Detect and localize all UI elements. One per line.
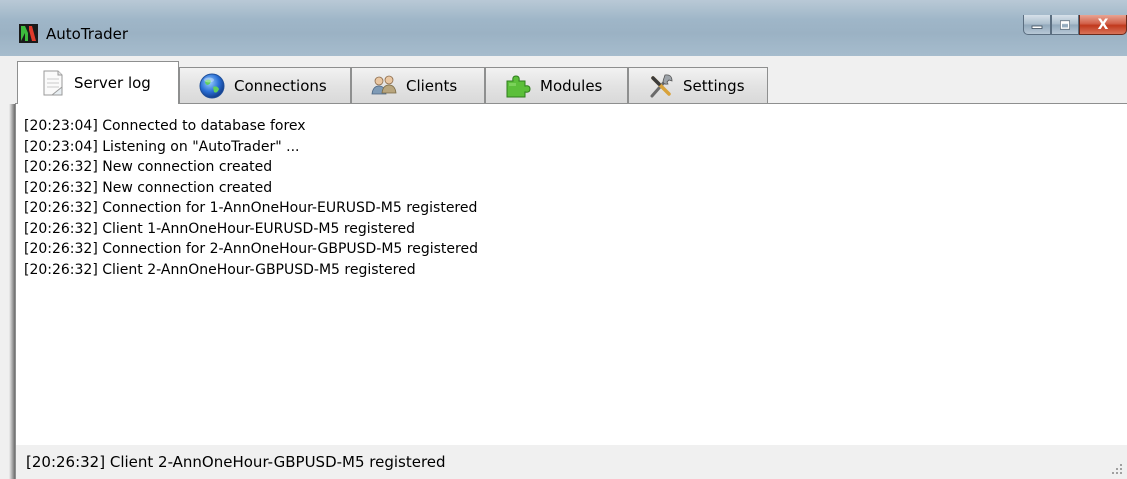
log-line: [20:26:32] Connection for 2-AnnOneHour-G… <box>24 241 478 257</box>
autotrader-window: AutoTrader X Server log Connections Clie… <box>0 0 1127 479</box>
server-log-output[interactable]: [20:23:04] Connected to database forex [… <box>15 104 1127 445</box>
tab-connections[interactable]: Connections <box>179 67 351 103</box>
tab-label: Server log <box>74 74 151 92</box>
log-line: [20:26:32] Client 1-AnnOneHour-EURUSD-M5… <box>24 220 415 237</box>
status-bar: [20:26:32] Client 2-AnnOneHour-GBPUSD-M5… <box>15 445 1127 479</box>
window-title: AutoTrader <box>46 25 129 43</box>
log-line: [20:26:32] New connection created <box>24 159 273 175</box>
tab-modules[interactable]: Modules <box>485 67 628 103</box>
tab-label: Modules <box>540 76 603 95</box>
title-bar[interactable]: AutoTrader X <box>0 0 1127 56</box>
log-line: [20:23:04] Listening on "AutoTrader" ... <box>24 138 300 155</box>
caption-buttons: X <box>1023 15 1127 35</box>
log-line: [20:26:32] Connection for 1-AnnOneHour-E… <box>24 200 478 216</box>
tab-clients[interactable]: Clients <box>351 67 485 103</box>
tab-strip: Server log Connections Clients Modules S… <box>0 56 1127 104</box>
resize-grip-icon[interactable] <box>1111 463 1123 475</box>
minimize-icon <box>1031 25 1043 29</box>
tab-label: Clients <box>406 76 458 95</box>
close-icon: X <box>1097 16 1109 33</box>
tab-server-log[interactable]: Server log <box>17 61 179 104</box>
status-text: [20:26:32] Client 2-AnnOneHour-GBPUSD-M5… <box>26 453 446 471</box>
document-icon <box>43 70 63 96</box>
maximize-button[interactable] <box>1051 15 1079 35</box>
minimize-button[interactable] <box>1023 15 1051 35</box>
close-button[interactable]: X <box>1079 15 1127 35</box>
log-line: [20:23:04] Connected to database forex <box>24 118 306 134</box>
tab-label: Connections <box>234 76 327 95</box>
puzzle-piece-icon <box>506 74 531 97</box>
log-line: [20:26:32] Client 2-AnnOneHour-GBPUSD-M5… <box>24 261 416 278</box>
tab-settings[interactable]: Settings <box>628 67 768 103</box>
tab-label: Settings <box>683 76 745 95</box>
autotrader-logo-icon <box>19 24 38 43</box>
globe-icon <box>199 73 225 98</box>
log-line: [20:26:32] New connection created <box>24 179 273 196</box>
tools-icon <box>650 73 673 97</box>
users-icon <box>371 75 397 94</box>
maximize-icon <box>1060 20 1070 29</box>
